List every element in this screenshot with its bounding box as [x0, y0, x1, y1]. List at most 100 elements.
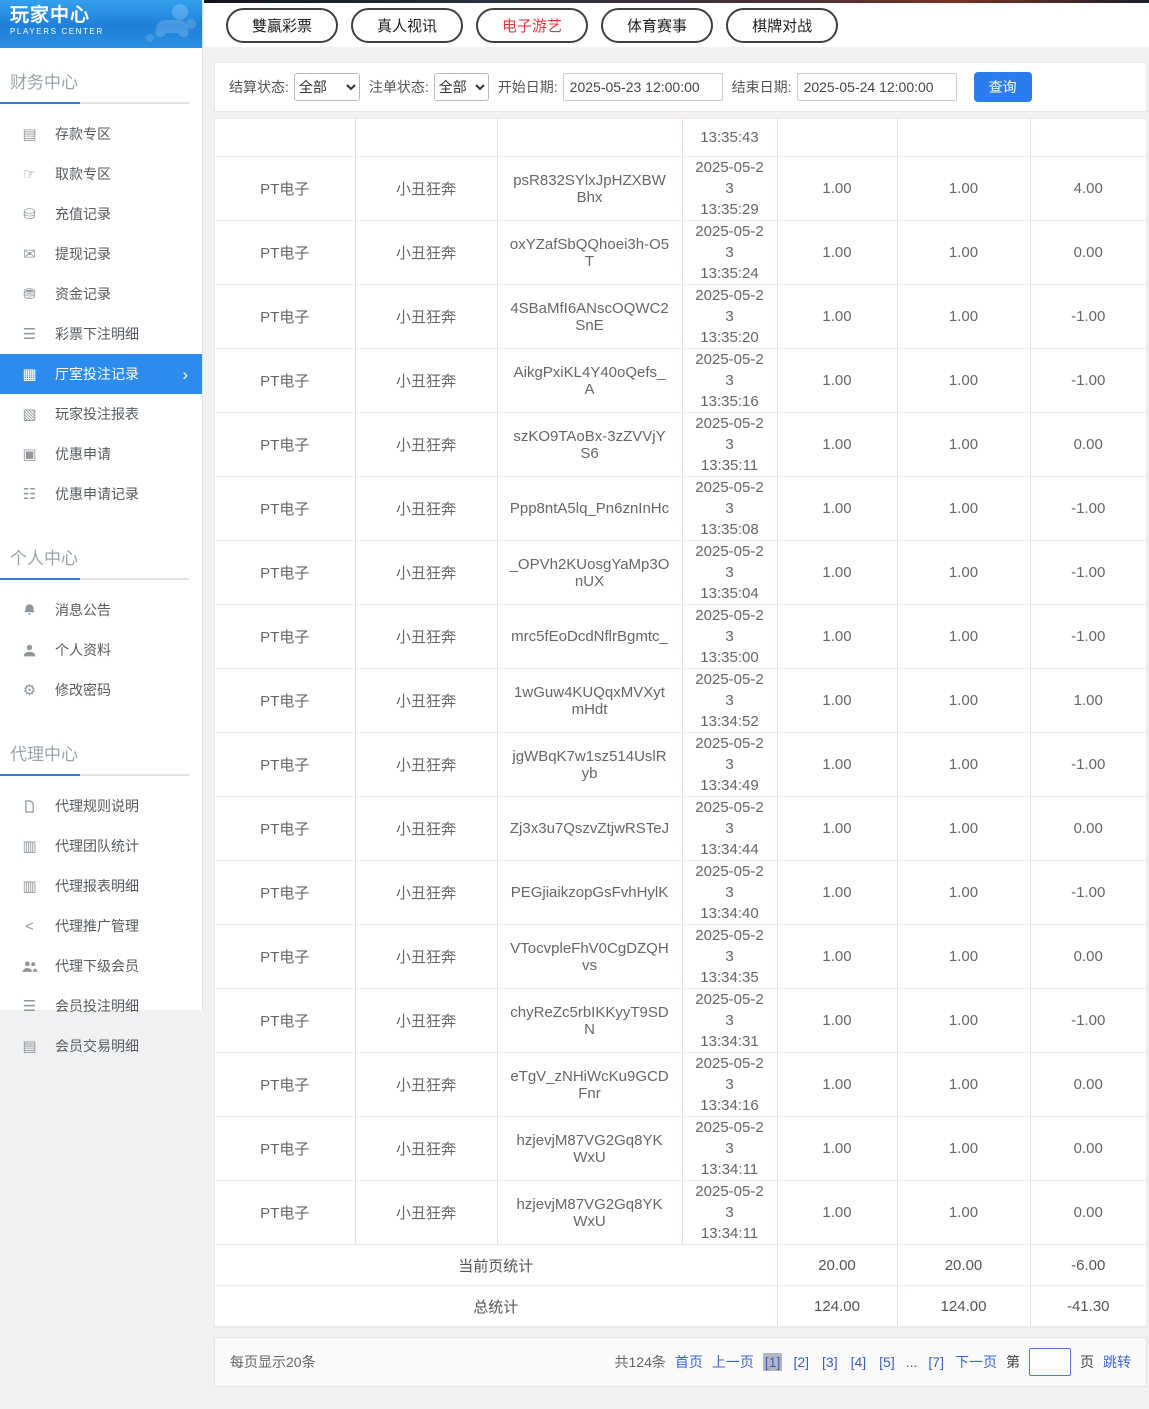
table-row: PT电子 小丑狂奔 hzjevjM87VG2Gq8YKWxU 2025-05-23 13…	[215, 1180, 1146, 1245]
sidebar-item-label: 彩票下注明细	[55, 326, 139, 342]
cell-time: 2025-05-23 13:34:16	[682, 1052, 778, 1117]
bet-records-table-panel: 13:35:43 PT电子 小丑狂奔 psR832SYlxJpHZXBWBhx 202…	[214, 118, 1147, 1328]
sidebar-item-label: 玩家投注报表	[55, 406, 139, 422]
cell-bet: 1.00	[777, 476, 898, 541]
end-date-label: 结束日期:	[731, 79, 792, 95]
table-row: PT电子 小丑狂奔 4SBaMfI6ANscOQWC2SnE 2025-05-23 13…	[215, 284, 1146, 349]
settle-status-select[interactable]: 全部	[293, 73, 360, 101]
cell-hall: PT电子	[215, 604, 356, 669]
sidebar-section-heading: 财务中心	[0, 62, 189, 104]
sidebar-item-promo-apply-records[interactable]: ☷ 优惠申请记录	[0, 474, 202, 514]
sidebar-item-player-bet-report[interactable]: ▧ 玩家投注报表	[0, 394, 202, 434]
cell-bet: 1.00	[777, 796, 898, 861]
lines-icon: ☷	[22, 486, 37, 503]
cell-time: 2025-05-23 13:34:35	[682, 924, 778, 989]
sidebar-item-hall-bet-records[interactable]: ▦ 厅室投注记录 ›	[0, 354, 202, 394]
sidebar-item-recharge-records[interactable]: ⛁ 充值记录	[0, 194, 202, 234]
cell-time: 13:35:43	[682, 119, 778, 157]
cell-time: 2025-05-23 13:34:11	[682, 1180, 778, 1245]
sidebar-item-messages[interactable]: 消息公告	[0, 590, 202, 630]
sidebar-item-profile[interactable]: 个人资料	[0, 630, 202, 670]
time-clock: 13:34:44	[700, 841, 759, 858]
time-date: 2025-05-23	[695, 1055, 764, 1093]
sidebar-item-funds-records[interactable]: ⛃ 资金记录	[0, 274, 202, 314]
table-row: PT电子 小丑狂奔 psR832SYlxJpHZXBWBhx 2025-05-23 13…	[215, 156, 1146, 221]
sidebar-item-member-trade-details[interactable]: ▤ 会员交易明细	[0, 1026, 202, 1066]
total-stats-row: 总统计 124.00 124.00 -41.30	[215, 1285, 1146, 1327]
sidebar-item-label: 取款专区	[55, 166, 111, 182]
time-date: 2025-05-23	[695, 735, 764, 773]
sidebar-item-deposit-zone[interactable]: ▤ 存款专区	[0, 114, 202, 154]
tab-board[interactable]: 棋牌对战	[726, 7, 839, 43]
ledger-icon: ▤	[22, 1038, 37, 1055]
cell-valid: 1.00	[897, 924, 1031, 989]
cell-game: 小丑狂奔	[355, 1180, 498, 1245]
cell-bet: 1.00	[777, 220, 898, 285]
cell-order: hzjevjM87VG2Gq8YKWxU	[497, 1116, 683, 1181]
cell-hall: PT电子	[215, 156, 356, 221]
prev-page-link[interactable]: 上一页	[712, 1352, 754, 1372]
sidebar-item-change-password[interactable]: ⚙ 修改密码	[0, 670, 202, 710]
sidebar-item-promo-apply[interactable]: ▣ 优惠申请	[0, 434, 202, 474]
tab-live[interactable]: 真人视讯	[351, 7, 464, 43]
order-status-select[interactable]: 全部	[433, 73, 489, 101]
sidebar-item-agent-report-details[interactable]: ▥ 代理报表明细	[0, 866, 202, 906]
sidebar-item-lottery-bet-details[interactable]: ☰ 彩票下注明细	[0, 314, 202, 354]
sidebar-item-agent-sub-members[interactable]: 代理下级会员	[0, 946, 202, 986]
cell-order: chyReZc5rbIKKyyT9SDN	[497, 988, 683, 1053]
time-date: 2025-05-23	[695, 1119, 764, 1157]
end-date-input[interactable]	[796, 73, 957, 101]
pagination-bar: 每页显示20条 共124条 首页 上一页 [1] [2] [3] [4] [5]...[…	[214, 1337, 1147, 1387]
page-link-3[interactable]: [3]	[820, 1353, 840, 1371]
page-link-2[interactable]: [2]	[791, 1353, 811, 1371]
cell-hall: PT电子	[215, 796, 356, 861]
sidebar-item-agent-team-stats[interactable]: ▥ 代理团队统计	[0, 826, 202, 866]
sidebar-item-label: 充值记录	[55, 206, 111, 222]
tab-sports[interactable]: 体育赛事	[601, 7, 714, 43]
total-stats-profit: -41.30	[1030, 1285, 1146, 1327]
cell-order: 1wGuw4KUQqxMVXytmHdt	[497, 668, 683, 733]
page-link-1[interactable]: [1]	[762, 1353, 783, 1371]
cell-profit: 0.00	[1030, 1180, 1146, 1245]
cell-bet	[777, 119, 898, 157]
report-icon: ▥	[22, 838, 37, 855]
cell-order: 4SBaMfI6ANscOQWC2SnE	[497, 284, 683, 349]
page-link-7[interactable]: [7]	[926, 1353, 946, 1371]
sidebar-item-agent-rules[interactable]: 代理规则说明	[0, 786, 202, 826]
time-clock: 13:34:31	[700, 1033, 759, 1050]
page-stats-valid: 20.00	[897, 1244, 1031, 1286]
query-button[interactable]: 查询	[973, 72, 1032, 102]
sidebar-item-withdraw-records[interactable]: ✉ 提现记录	[0, 234, 202, 274]
document-icon	[20, 799, 39, 813]
cell-time: 2025-05-23 13:34:11	[682, 1116, 778, 1181]
sidebar-item-agent-promotion[interactable]: < 代理推广管理	[0, 906, 202, 946]
cell-order: Ppp8ntA5lq_Pn6znInHc	[497, 476, 683, 541]
sidebar-item-member-bet-details[interactable]: ☰ 会员投注明细	[0, 986, 202, 1026]
jump-page-input[interactable]	[1029, 1348, 1071, 1376]
sidebar-item-label: 资金记录	[55, 286, 111, 302]
page-link-5[interactable]: [5]	[877, 1353, 897, 1371]
first-page-link[interactable]: 首页	[675, 1352, 703, 1372]
next-page-link[interactable]: 下一页	[955, 1352, 997, 1372]
gear-icon: ⚙	[22, 682, 37, 699]
cell-hall: PT电子	[215, 732, 356, 797]
cell-profit: 0.00	[1030, 1116, 1146, 1181]
start-date-input[interactable]	[562, 73, 723, 101]
page-stats-bet: 20.00	[777, 1244, 898, 1286]
cell-game: 小丑狂奔	[355, 796, 498, 861]
page-link-4[interactable]: [4]	[849, 1353, 869, 1371]
tab-lottery[interactable]: 雙贏彩票	[226, 7, 339, 43]
table-row: PT电子 小丑狂奔 hzjevjM87VG2Gq8YKWxU 2025-05-23 13…	[215, 1116, 1146, 1181]
cell-order: AikgPxiKL4Y40oQefs_A	[497, 348, 683, 413]
time-date: 2025-05-23	[695, 863, 764, 901]
cell-order: oxYZafSbQQhoei3h-O5T	[497, 220, 683, 285]
sidebar-item-withdraw-zone[interactable]: ☞ 取款专区	[0, 154, 202, 194]
total-stats-label: 总统计	[215, 1285, 778, 1327]
jump-button[interactable]: 跳转	[1103, 1352, 1131, 1372]
sidebar-item-label: 会员交易明细	[55, 1038, 139, 1054]
table-row: PT电子 小丑狂奔 chyReZc5rbIKKyyT9SDN 2025-05-23 13…	[215, 988, 1146, 1053]
cell-profit: 0.00	[1030, 220, 1146, 285]
cell-order: eTgV_zNHiWcKu9GCDFnr	[497, 1052, 683, 1117]
cell-time: 2025-05-23 13:35:20	[682, 284, 778, 349]
tab-electronic[interactable]: 电子游艺	[476, 7, 589, 43]
